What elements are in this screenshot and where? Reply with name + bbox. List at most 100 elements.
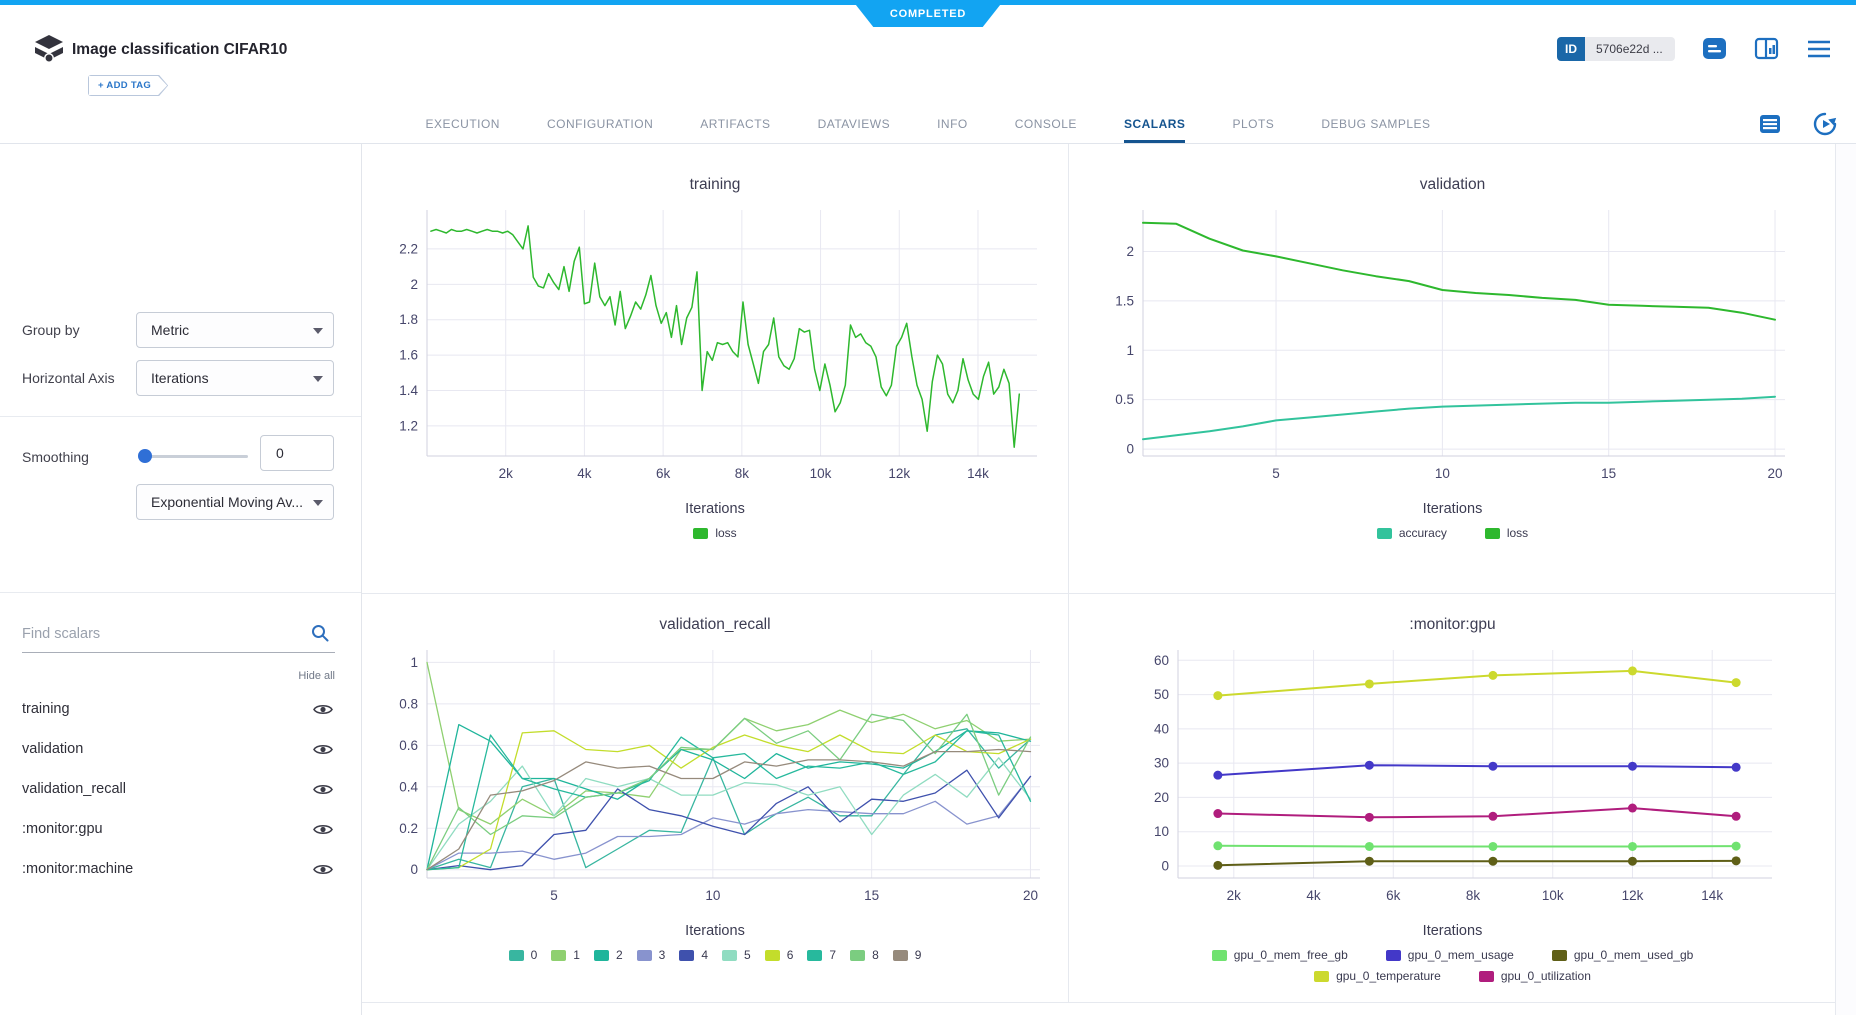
chart-plot--monitor-gpu[interactable]: 2k4k6k8k10k12k14k0102030405060 [1073,640,1833,918]
svg-text:10: 10 [705,888,720,903]
search-icon[interactable] [310,623,330,643]
legend-item-gpu-0-utilization[interactable]: gpu_0_utilization [1479,969,1591,983]
legend-swatch [1377,528,1392,539]
comments-icon[interactable] [1702,36,1727,61]
chart-plot-training[interactable]: 2k4k6k8k10k12k14k1.21.41.61.822.2 [365,200,1065,496]
svg-text:1.4: 1.4 [399,383,418,398]
eye-icon[interactable] [313,703,333,716]
tab-plots[interactable]: PLOTS [1232,104,1274,143]
svg-text:0.5: 0.5 [1115,392,1134,407]
legend-item-2[interactable]: 2 [594,948,623,962]
tab-console[interactable]: CONSOLE [1015,104,1077,143]
svg-text:10: 10 [1434,466,1449,481]
legend-item-3[interactable]: 3 [637,948,666,962]
horizontal-axis-select[interactable]: Iterations [136,360,334,396]
legend-item-8[interactable]: 8 [850,948,879,962]
charts-area: training 2k4k6k8k10k12k14k1.21.41.61.822… [362,144,1856,1015]
metric-row-validation[interactable]: validation [0,729,361,769]
app-window: COMPLETED Image classification CIFAR10 +… [0,0,1856,1015]
smoothing-slider[interactable] [140,455,248,458]
scrollbar[interactable] [1835,144,1856,1015]
legend-swatch [679,950,694,961]
search-underline [22,652,335,653]
group-by-select[interactable]: Metric [136,312,334,348]
smoothing-slider-thumb[interactable] [138,449,152,463]
legend-item-gpu-0-temperature[interactable]: gpu_0_temperature [1314,969,1441,983]
tab-bar: EXECUTION CONFIGURATION ARTIFACTS DATAVIEWS… [0,104,1856,144]
tab-artifacts[interactable]: ARTIFACTS [700,104,770,143]
legend-swatch [1386,950,1401,961]
legend-label: loss [715,526,736,540]
hide-all-button[interactable]: Hide all [298,670,335,682]
svg-text:8k: 8k [1465,888,1480,903]
legend-label: gpu_0_temperature [1336,969,1441,983]
legend-item-7[interactable]: 7 [807,948,836,962]
legend-item-0[interactable]: 0 [509,948,538,962]
eye-icon[interactable] [313,823,333,836]
refresh-icon[interactable] [1812,111,1838,137]
sidebar-divider [0,416,361,417]
find-scalars-input[interactable]: Find scalars [22,626,100,642]
legend-item-gpu-0-mem-used-gb[interactable]: gpu_0_mem_used_gb [1552,948,1693,962]
smoothing-algorithm-select[interactable]: Exponential Moving Av... [136,484,334,520]
chart-title: training [690,176,741,194]
svg-text:14k: 14k [967,466,989,481]
legend-label: 8 [872,948,879,962]
legend-item-4[interactable]: 4 [679,948,708,962]
sidebar-divider [0,592,361,593]
eye-icon[interactable] [313,743,333,756]
scalars-sidebar: Group by Metric Horizontal Axis Iteratio… [0,144,362,1015]
legend-label: gpu_0_mem_free_gb [1234,948,1348,962]
legend-item-6[interactable]: 6 [765,948,794,962]
tab-dataviews[interactable]: DATAVIEWS [818,104,891,143]
legend-swatch [1485,528,1500,539]
id-badge[interactable]: ID 5706e22d ... [1557,37,1675,61]
metric-row-training[interactable]: training [0,689,361,729]
menu-icon[interactable] [1806,39,1832,59]
svg-text:40: 40 [1153,721,1168,736]
svg-text:2.2: 2.2 [399,241,418,256]
eye-icon[interactable] [313,863,333,876]
table-view-icon[interactable] [1758,112,1782,136]
chart-card-validation-recall: validation_recall 510152000.20.40.60.81 … [362,594,1068,1002]
eye-icon[interactable] [313,783,333,796]
legend-label: 4 [701,948,708,962]
smoothing-value-input[interactable] [260,435,334,471]
add-tag-button[interactable]: + ADD TAG [88,75,168,96]
legend-item-loss[interactable]: loss [693,526,736,540]
svg-text:10k: 10k [810,466,832,481]
legend-item-accuracy[interactable]: accuracy [1377,526,1447,540]
tab-info[interactable]: INFO [937,104,968,143]
horizontal-axis-value: Iterations [151,370,209,386]
chart-plot-validation-recall[interactable]: 510152000.20.40.60.81 [365,640,1065,918]
metric-name: training [22,701,313,717]
metric-row--monitor-machine[interactable]: :monitor:machine [0,849,361,889]
tab-scalars[interactable]: SCALARS [1124,104,1186,143]
svg-text:4k: 4k [1306,888,1321,903]
legend-item-9[interactable]: 9 [893,948,922,962]
id-badge-label: ID [1557,37,1585,61]
svg-text:1.8: 1.8 [399,312,418,327]
tab-execution[interactable]: EXECUTION [425,104,500,143]
smoothing-algorithm-value: Exponential Moving Av... [151,494,303,510]
legend-item-1[interactable]: 1 [551,948,580,962]
legend-label: gpu_0_mem_usage [1408,948,1514,962]
legend-item-gpu-0-mem-free-gb[interactable]: gpu_0_mem_free_gb [1212,948,1348,962]
metric-row-validation-recall[interactable]: validation_recall [0,769,361,809]
legend-item-5[interactable]: 5 [722,948,751,962]
tab-configuration[interactable]: CONFIGURATION [547,104,653,143]
svg-text:0: 0 [1126,442,1134,457]
svg-text:5: 5 [1272,466,1280,481]
chart-plot-validation[interactable]: 510152000.511.52 [1073,200,1833,496]
metric-row--monitor-gpu[interactable]: :monitor:gpu [0,809,361,849]
svg-text:10: 10 [1153,824,1168,839]
tab-debug-samples[interactable]: DEBUG SAMPLES [1321,104,1430,143]
legend-swatch [1552,950,1567,961]
svg-text:1.2: 1.2 [399,418,418,433]
legend-item-loss[interactable]: loss [1485,526,1528,540]
svg-text:0: 0 [410,862,418,877]
details-panel-icon[interactable] [1754,36,1779,61]
legend-item-gpu-0-mem-usage[interactable]: gpu_0_mem_usage [1386,948,1514,962]
legend-swatch [1314,971,1329,982]
svg-text:0.6: 0.6 [399,738,418,753]
